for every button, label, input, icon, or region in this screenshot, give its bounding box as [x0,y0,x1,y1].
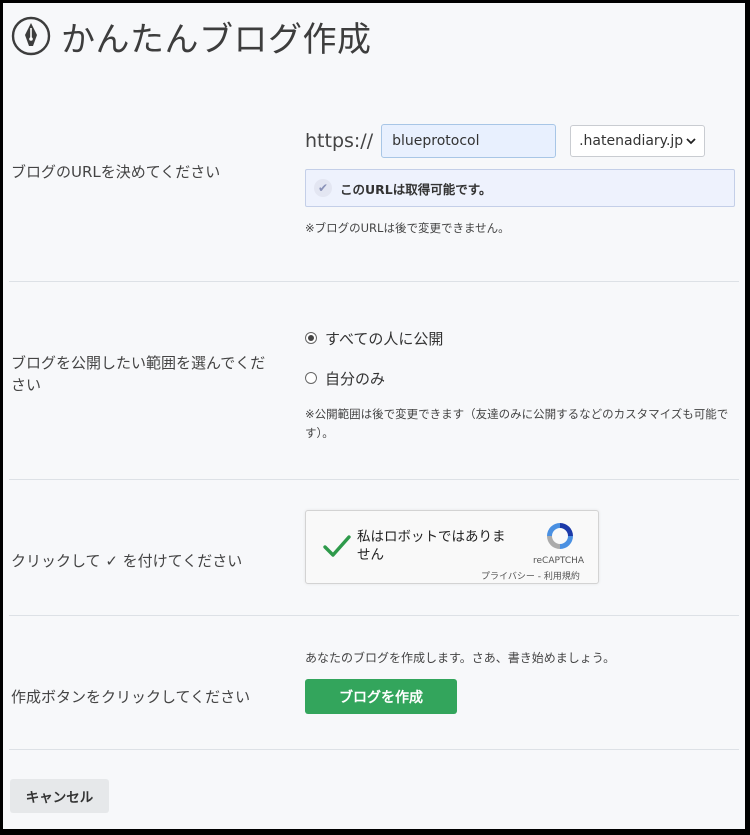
visibility-section: ブログを公開したい範囲を選んでください すべての人に公開 自分のみ ※公開範囲は… [9,282,739,480]
page-header: かんたんブログ作成 [11,13,372,60]
radio-icon [305,332,317,344]
domain-select[interactable]: .hatenadiary.jp [570,125,706,157]
pen-nib-icon [11,16,51,56]
availability-notice: ✔ このURLは取得可能です。 [305,169,735,207]
captcha-controls: 私はロボットではありません reCAPTCHA プライバシー - 利用規約 [305,510,735,584]
checkmark-icon[interactable] [322,531,352,561]
cancel-button[interactable]: キャンセル [10,779,109,813]
link-separator: - [534,572,544,582]
subdomain-input[interactable] [381,124,557,158]
visibility-label: ブログを公開したい範囲を選んでください [11,354,266,394]
recaptcha-logo-icon [547,523,573,549]
radio-public[interactable]: すべての人に公開 [305,326,735,350]
create-label: 作成ボタンをクリックしてください [11,688,251,706]
visibility-note: ※公開範囲は後で変更できます（友達のみに公開するなどのカスタマイズも可能です）。 [305,407,729,440]
radio-icon [305,372,317,384]
url-label: ブログのURLを決めてください [11,163,221,181]
url-scheme: https:// [305,130,374,152]
url-note: ※ブログのURLは後で変更できません。 [305,221,510,235]
url-controls: https:// .hatenadiary.jp ✔ このURLは取得可能です。… [305,123,735,238]
privacy-link[interactable]: プライバシー [481,572,535,582]
recaptcha-widget[interactable]: 私はロボットではありません reCAPTCHA プライバシー - 利用規約 [305,510,599,584]
create-message: あなたのブログを作成します。さあ、書き始めましょう。 [305,651,616,665]
create-blog-button[interactable]: ブログを作成 [305,679,457,714]
captcha-label: クリックして ✓ を付けてください [11,552,243,570]
create-section: 作成ボタンをクリックしてください あなたのブログを作成します。さあ、書き始めまし… [9,616,739,750]
availability-message: このURLは取得可能です。 [340,181,492,197]
url-section: ブログのURLを決めてください https:// .hatenadiary.jp… [9,73,739,282]
visibility-controls: すべての人に公開 自分のみ ※公開範囲は後で変更できます（友達のみに公開するなど… [305,326,735,443]
page-title: かんたんブログ作成 [61,19,372,60]
check-icon: ✔ [314,179,332,197]
captcha-section: クリックして ✓ を付けてください 私はロボットではありません reCAPTCH… [9,480,739,616]
captcha-text: 私はロボットではありません [357,529,506,563]
domain-select-value: .hatenadiary.jp [579,133,684,149]
page-frame: かんたんブログ作成 ブログのURLを決めてください https:// .hate… [3,3,745,829]
radio-public-label: すべての人に公開 [325,329,444,348]
recaptcha-brand: reCAPTCHA [533,556,585,566]
recaptcha-links: プライバシー - 利用規約 [481,569,580,582]
create-controls: あなたのブログを作成します。さあ、書き始めましょう。 ブログを作成 [305,649,735,714]
radio-private-label: 自分のみ [325,369,386,388]
url-input-line: https:// .hatenadiary.jp [305,123,735,159]
chevron-down-icon [686,137,696,144]
radio-private[interactable]: 自分のみ [305,366,735,390]
terms-link[interactable]: 利用規約 [544,572,580,582]
